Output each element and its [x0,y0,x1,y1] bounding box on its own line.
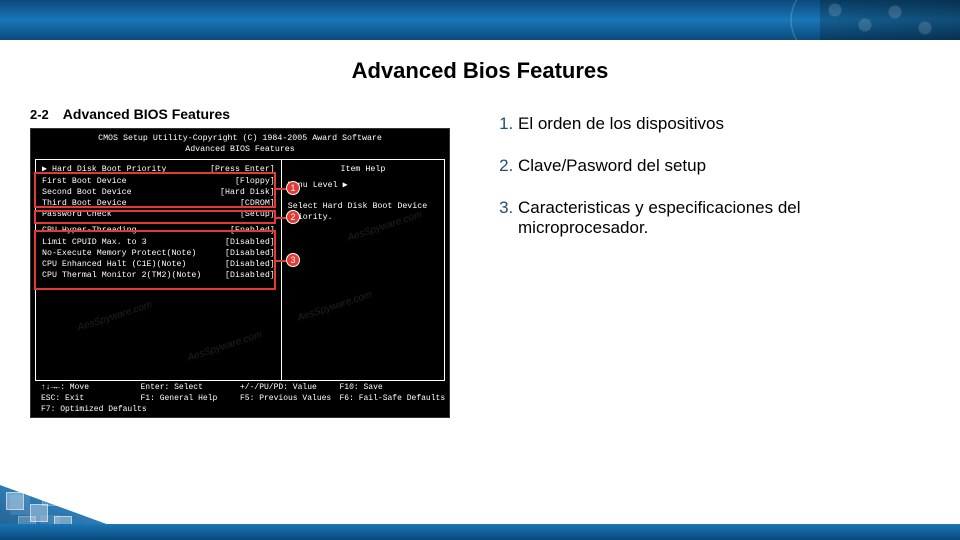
bios-screen: CMOS Setup Utility-Copyright (C) 1984-20… [30,128,450,418]
top-bar [0,0,960,40]
bios-row: Third Boot Device[CDROM] [42,198,275,209]
bios-row: ▶ Hard Disk Boot Priority[Press Enter] [42,164,275,175]
footer-hint: F6: Fail-Safe Defaults [340,394,440,405]
footer-hint: F7: Optimized Defaults [41,405,141,416]
bios-right-pane: Item Help Menu Level ▶ Select Hard Disk … [281,160,444,380]
bios-row: Second Boot Device[Hard Disk] [42,187,275,198]
footer-hint: F1: General Help [141,394,241,405]
bios-top-line1: CMOS Setup Utility-Copyright (C) 1984-20… [35,133,445,144]
footer-hint: Enter: Select [141,383,241,394]
bios-section-title: Advanced BIOS Features [63,106,230,122]
footer-hint: ESC: Exit [41,394,141,405]
list-item: Caracteristicas y especificaciones del m… [518,198,930,238]
bios-row: CPU Enhanced Halt (C1E)(Note)[Disabled] [42,259,275,270]
bios-row: CPU Hyper-Threading[Enabled] [42,225,275,236]
bios-top-caption: CMOS Setup Utility-Copyright (C) 1984-20… [35,133,445,155]
footer-hint: F10: Save [340,383,440,394]
bios-body: ▶ Hard Disk Boot Priority[Press Enter] F… [35,159,445,381]
bios-row: CPU Thermal Monitor 2(TM2)(Note)[Disable… [42,270,275,281]
bios-row: No-Execute Memory Protect(Note)[Disabled… [42,248,275,259]
bios-row: First Boot Device[Floppy] [42,176,275,187]
footer-hint: ↑↓→←: Move [41,383,141,394]
bios-footer: ↑↓→←: Move Enter: Select +/-/PU/PD: Valu… [35,381,445,417]
bios-row: Password Check[Setup] [42,209,275,220]
bios-top-line2: Advanced BIOS Features [35,144,445,155]
bios-section-number: 2-2 [30,107,49,122]
divider [42,222,275,223]
footer-hint: +/-/PU/PD: Value [240,383,340,394]
bios-figure-header: 2-2 Advanced BIOS Features [30,104,460,128]
bottom-bar [0,524,960,540]
top-right-decoration [820,0,960,40]
help-sub: Menu Level ▶ [288,180,438,191]
bios-left-pane: ▶ Hard Disk Boot Priority[Press Enter] F… [36,160,281,380]
slide-title: Advanced Bios Features [0,58,960,84]
notes-list: El orden de los dispositivos Clave/Paswo… [490,114,930,238]
help-text: Select Hard Disk Boot Device Priority. [288,201,438,223]
bios-figure: 2-2 Advanced BIOS Features CMOS Setup Ut… [30,104,460,418]
content-row: 2-2 Advanced BIOS Features CMOS Setup Ut… [0,84,960,418]
bios-row: Limit CPUID Max. to 3[Disabled] [42,237,275,248]
help-title: Item Help [288,164,438,175]
list-item: Clave/Pasword del setup [518,156,930,176]
notes-pane: El orden de los dispositivos Clave/Paswo… [490,104,930,418]
top-arc-decoration [790,0,830,40]
footer-hint: F5: Previous Values [240,394,340,405]
list-item: El orden de los dispositivos [518,114,930,134]
